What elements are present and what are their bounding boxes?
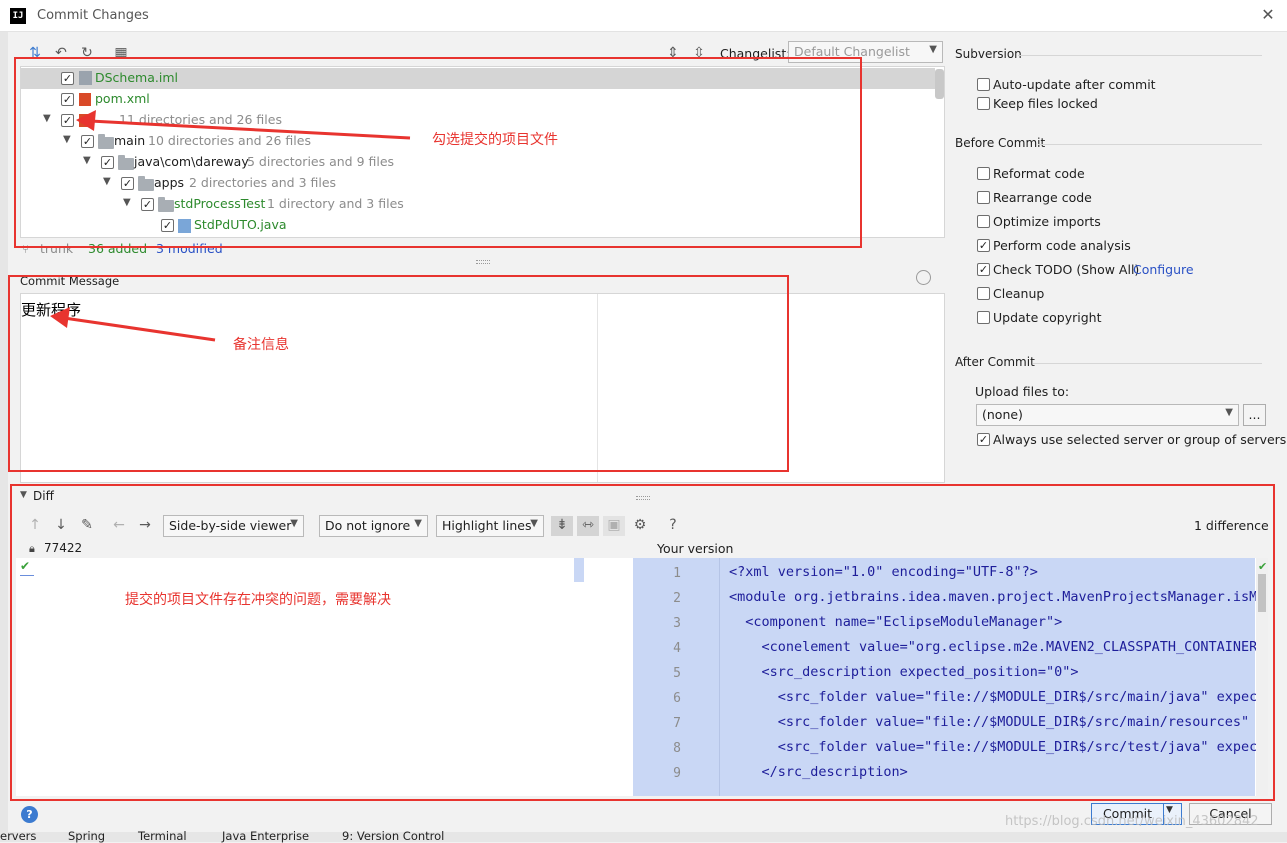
commit-changes-dialog: IJ Commit Changes ✕ ⇅ ↶ ↻ ▦ ⇕ ⇳ Changeli…: [0, 0, 1287, 843]
arrow-head-icon: [50, 307, 70, 328]
annotation-label-message: 备注信息: [233, 337, 289, 353]
annotation-arrows: [50, 110, 411, 342]
annotation-arrow: [89, 119, 411, 140]
annotation-label-files: 勾选提交的项目文件: [432, 132, 558, 148]
arrow-head-icon: [76, 110, 96, 131]
annotation-arrow: [63, 316, 216, 342]
annotation-label-conflict: 提交的项目文件存在冲突的问题，需要解决: [125, 592, 391, 608]
